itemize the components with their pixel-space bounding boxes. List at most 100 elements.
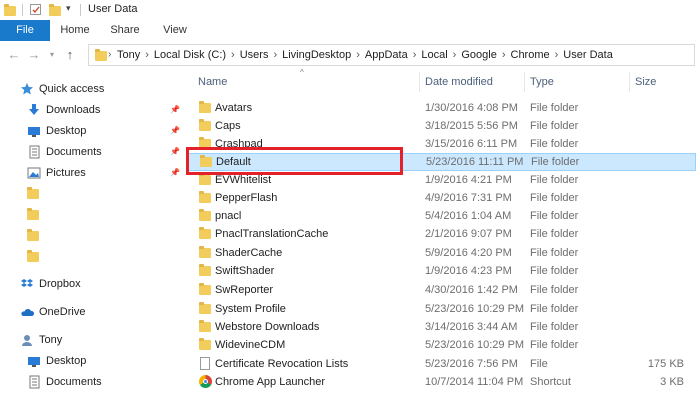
file-row-pnacl[interactable]: pnacl 5/4/2016 1:04 AM File folder bbox=[188, 207, 696, 225]
column-header-size[interactable]: Size bbox=[635, 72, 656, 92]
breadcrumb-item[interactable]: User Data bbox=[563, 49, 613, 61]
sidebar-item-label: Desktop bbox=[46, 125, 87, 137]
breadcrumb-item[interactable]: LivingDesktop bbox=[282, 49, 351, 61]
folder-icon bbox=[199, 119, 211, 131]
pin-icon[interactable]: 📌 bbox=[170, 148, 180, 156]
file-date: 4/9/2016 7:31 PM bbox=[425, 192, 512, 204]
back-arrow-icon[interactable]: ← bbox=[6, 47, 22, 63]
folder-icon bbox=[199, 302, 211, 314]
file-date: 5/23/2016 11:11 PM bbox=[426, 156, 524, 168]
file-type: File folder bbox=[530, 210, 579, 222]
file-row-widevinecdm[interactable]: WidevineCDM 5/23/2016 10:29 PM File fold… bbox=[188, 336, 696, 354]
up-arrow-icon[interactable]: ↑ bbox=[62, 47, 78, 63]
file-name: pnacl bbox=[215, 210, 242, 222]
file-icon bbox=[200, 357, 210, 370]
file-row-webstore-downloads[interactable]: Webstore Downloads 3/14/2016 3:44 AM Fil… bbox=[188, 318, 696, 336]
breadcrumb-item[interactable]: Local bbox=[421, 49, 447, 61]
file-size: 3 KB bbox=[660, 376, 684, 388]
file-row-swreporter[interactable]: SwReporter 4/30/2016 1:42 PM File folder bbox=[188, 281, 696, 299]
file-date: 1/9/2016 4:23 PM bbox=[425, 265, 512, 277]
file-date: 1/9/2016 4:21 PM bbox=[425, 174, 512, 186]
column-divider[interactable] bbox=[419, 72, 420, 92]
file-row-swiftshader[interactable]: SwiftShader 1/9/2016 4:23 PM File folder bbox=[188, 262, 696, 280]
file-date: 3/18/2015 5:56 PM bbox=[425, 120, 518, 132]
file-row-system-profile[interactable]: System Profile 5/23/2016 10:29 PM File f… bbox=[188, 300, 696, 318]
pin-icon[interactable]: 📌 bbox=[170, 106, 180, 114]
file-type: File folder bbox=[530, 247, 579, 259]
chevron-right-icon[interactable]: › bbox=[413, 49, 417, 61]
column-header-date-modified[interactable]: Date modified bbox=[425, 72, 493, 92]
file-type: File folder bbox=[530, 265, 579, 277]
new-folder-icon[interactable] bbox=[49, 3, 61, 17]
file-date: 10/7/2014 11:04 PM bbox=[425, 376, 524, 388]
chevron-right-icon[interactable]: › bbox=[273, 49, 277, 61]
folder-icon bbox=[199, 264, 211, 276]
sidebar-item-label: Documents bbox=[46, 376, 102, 388]
desktop-icon bbox=[27, 354, 41, 368]
chevron-right-icon[interactable]: › bbox=[145, 49, 149, 61]
file-row-certificate-revocation-lists[interactable]: Certificate Revocation Lists 5/23/2016 7… bbox=[188, 355, 696, 373]
recent-locations-chevron-icon[interactable]: ▾ bbox=[44, 47, 60, 63]
sidebar-item-label: Pictures bbox=[46, 167, 86, 179]
divider bbox=[22, 4, 23, 16]
tab-home[interactable]: Home bbox=[55, 20, 95, 41]
properties-icon[interactable] bbox=[30, 4, 41, 15]
file-date: 3/14/2016 3:44 AM bbox=[425, 321, 518, 333]
breadcrumb-item[interactable]: Google bbox=[461, 49, 496, 61]
forward-arrow-icon[interactable]: → bbox=[26, 47, 42, 63]
file-row-avatars[interactable]: Avatars 1/30/2016 4:08 PM File folder bbox=[188, 99, 696, 117]
folder-icon bbox=[27, 250, 41, 264]
column-divider[interactable] bbox=[524, 72, 525, 92]
column-header-type[interactable]: Type bbox=[530, 72, 554, 92]
column-header-name[interactable]: Name bbox=[198, 72, 227, 92]
navigation-pane: Quick access Downloads 📌 Desktop 📌 Docum… bbox=[0, 72, 185, 393]
breadcrumb-item[interactable]: Users bbox=[240, 49, 269, 61]
folder-icon bbox=[199, 320, 211, 332]
breadcrumb-item[interactable]: Chrome bbox=[511, 49, 550, 61]
file-date: 2/1/2016 9:07 PM bbox=[425, 228, 512, 240]
folder-icon bbox=[199, 209, 211, 221]
address-bar[interactable]: › Tony › Local Disk (C:) › Users › LivingDeskt… bbox=[88, 44, 695, 66]
file-row-caps[interactable]: Caps 3/18/2015 5:56 PM File folder bbox=[188, 117, 696, 135]
file-name: WidevineCDM bbox=[215, 339, 286, 351]
download-arrow-icon bbox=[27, 103, 41, 117]
chevron-right-icon[interactable]: › bbox=[453, 49, 457, 61]
chevron-right-icon[interactable]: › bbox=[108, 45, 111, 65]
user-icon bbox=[20, 333, 34, 347]
customize-toolbar-chevron-icon[interactable]: ▾ bbox=[66, 3, 71, 17]
tab-file[interactable]: File bbox=[0, 20, 50, 41]
chevron-right-icon[interactable]: › bbox=[555, 49, 559, 61]
pin-icon[interactable]: 📌 bbox=[170, 169, 180, 177]
window-title: User Data bbox=[88, 3, 138, 15]
file-type: File folder bbox=[530, 138, 579, 150]
breadcrumb-item[interactable]: AppData bbox=[365, 49, 408, 61]
pin-icon[interactable]: 📌 bbox=[170, 127, 180, 135]
file-type: File folder bbox=[530, 339, 579, 351]
file-row-chrome-app-launcher[interactable]: Chrome App Launcher 10/7/2014 11:04 PM S… bbox=[188, 373, 696, 391]
star-icon bbox=[20, 82, 34, 96]
file-row-pnacltranslationcache[interactable]: PnaclTranslationCache 2/1/2016 9:07 PM F… bbox=[188, 225, 696, 243]
sidebar-item-label: Tony bbox=[39, 334, 63, 346]
ribbon-tabs: File Home Share View bbox=[0, 20, 700, 42]
breadcrumb: Tony › Local Disk (C:) › Users › LivingDesktop… bbox=[117, 45, 613, 65]
breadcrumb-item[interactable]: Local Disk (C:) bbox=[154, 49, 226, 61]
chevron-right-icon[interactable]: › bbox=[231, 49, 235, 61]
folder-icon[interactable] bbox=[4, 3, 16, 17]
file-type: File folder bbox=[530, 284, 579, 296]
file-type: File folder bbox=[530, 321, 579, 333]
file-name: Webstore Downloads bbox=[215, 321, 320, 333]
sidebar-item-label: Dropbox bbox=[39, 278, 81, 290]
cloud-icon bbox=[20, 305, 35, 319]
breadcrumb-item[interactable]: Tony bbox=[117, 49, 140, 61]
chevron-right-icon[interactable]: › bbox=[502, 49, 506, 61]
file-size: 175 KB bbox=[647, 358, 684, 370]
tab-view[interactable]: View bbox=[155, 20, 195, 41]
file-row-shadercache[interactable]: ShaderCache 5/9/2016 4:20 PM File folder bbox=[188, 244, 696, 262]
file-date: 5/9/2016 4:20 PM bbox=[425, 247, 512, 259]
tab-share[interactable]: Share bbox=[105, 20, 145, 41]
file-date: 3/15/2016 6:11 PM bbox=[425, 138, 518, 150]
file-row-pepperflash[interactable]: PepperFlash 4/9/2016 7:31 PM File folder bbox=[188, 189, 696, 207]
column-divider[interactable] bbox=[629, 72, 630, 92]
file-type: File folder bbox=[530, 192, 579, 204]
chevron-right-icon[interactable]: › bbox=[356, 49, 360, 61]
